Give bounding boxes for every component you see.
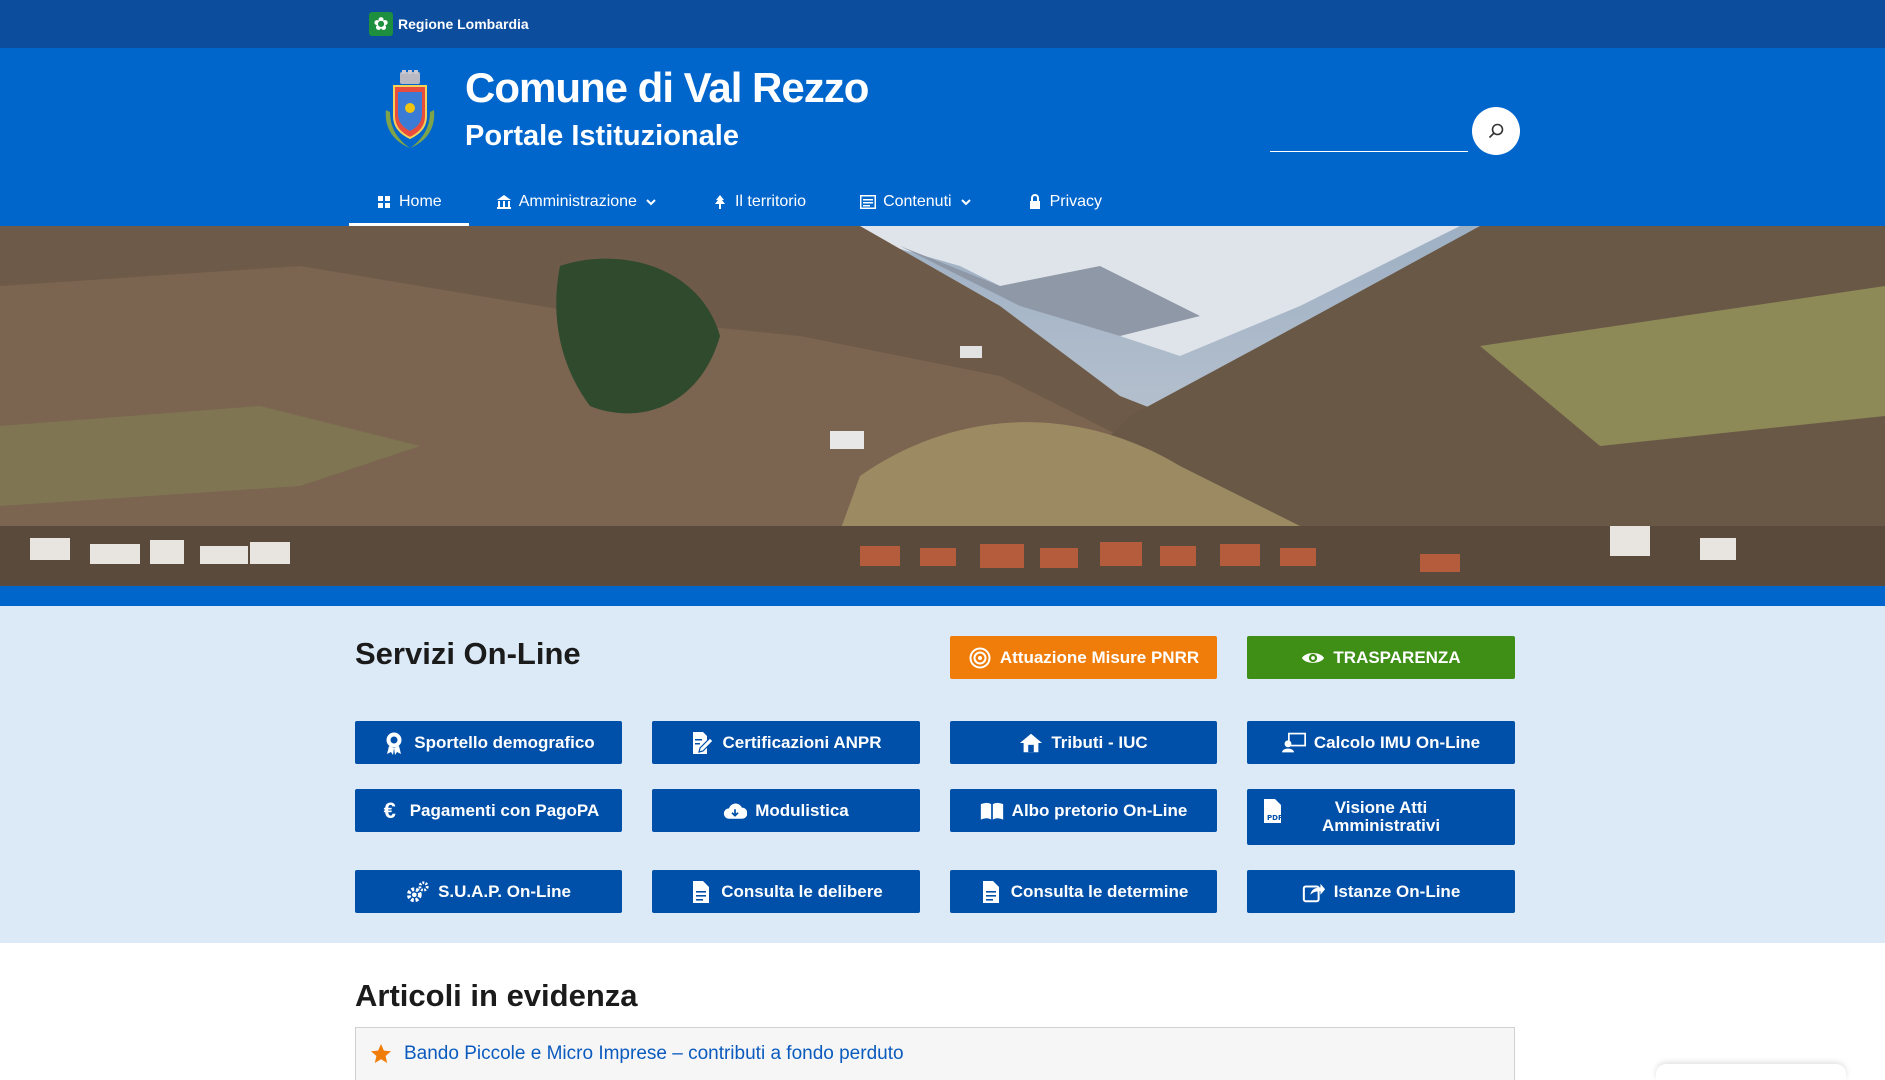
- building-icon: [496, 194, 512, 210]
- nav-item-contenuti[interactable]: Contenuti: [833, 177, 1000, 226]
- consulta-determine-button[interactable]: Consulta le determine: [950, 870, 1217, 913]
- document-edit-icon: [690, 731, 715, 755]
- modulistica-button[interactable]: Modulistica: [652, 789, 920, 832]
- button-label: Sportello demografico: [414, 732, 595, 752]
- services-title: Servizi On-Line: [355, 636, 581, 671]
- pdf-icon: PDF: [1261, 799, 1285, 823]
- nav-label: Amministrazione: [518, 192, 637, 210]
- articles-title: Articoli in evidenza: [355, 978, 638, 1013]
- house-icon: [1019, 731, 1043, 755]
- cloud-download-icon: [723, 799, 748, 823]
- file-icon: [979, 880, 1003, 904]
- calcolo-imu-button[interactable]: Calcolo IMU On-Line: [1247, 721, 1515, 764]
- nav-item-amministrazione[interactable]: Amministrazione: [469, 177, 685, 226]
- nav-item-home[interactable]: Home: [349, 177, 469, 226]
- region-label: Regione Lombardia: [398, 16, 529, 32]
- nav-label: Home: [399, 192, 442, 210]
- nav-label: Il territorio: [734, 192, 807, 210]
- suap-button[interactable]: S.U.A.P. On-Line: [355, 870, 622, 913]
- istanze-online-button[interactable]: Istanze On-Line: [1247, 870, 1515, 913]
- region-logo-icon: ✿: [369, 12, 393, 36]
- button-label: Modulistica: [755, 800, 849, 820]
- nav-label: Contenuti: [883, 192, 952, 210]
- albo-pretorio-button[interactable]: Albo pretorio On-Line: [950, 789, 1217, 832]
- lock-icon: [1027, 193, 1043, 210]
- file-icon: [689, 880, 713, 904]
- grid-icon: [376, 194, 392, 210]
- pnrr-button[interactable]: Attuazione Misure PNRR: [950, 636, 1217, 679]
- hero-bottom-strip: [0, 586, 1885, 606]
- nav-item-territorio[interactable]: Il territorio: [685, 177, 833, 226]
- book-icon: [980, 799, 1004, 823]
- button-label: Consulta le delibere: [721, 881, 883, 901]
- button-label: Attuazione Misure PNRR: [999, 647, 1200, 667]
- svg-text:PDF: PDF: [1267, 814, 1283, 822]
- chevron-down-icon: [644, 195, 658, 209]
- municipality-crest-icon[interactable]: [380, 70, 440, 152]
- nav-label: Privacy: [1049, 192, 1103, 210]
- consulta-delibere-button[interactable]: Consulta le delibere: [652, 870, 920, 913]
- target-icon: [968, 646, 992, 670]
- euro-icon: €: [383, 797, 396, 823]
- badge-icon: [382, 731, 406, 755]
- search-icon: [1488, 123, 1504, 139]
- button-label: Calcolo IMU On-Line: [1313, 732, 1481, 752]
- sportello-demografico-button[interactable]: Sportello demografico: [355, 721, 622, 764]
- button-label: S.U.A.P. On-Line: [438, 881, 571, 901]
- region-link[interactable]: ✿ Regione Lombardia: [369, 12, 529, 36]
- site-title[interactable]: Comune di Val Rezzo: [465, 64, 869, 112]
- eye-icon: [1301, 646, 1325, 670]
- visione-atti-button[interactable]: PDF Visione Atti Amministrativi: [1247, 789, 1515, 845]
- chevron-down-icon: [959, 195, 973, 209]
- button-label: Istanze On-Line: [1333, 881, 1461, 901]
- button-label: TRASPARENZA: [1333, 647, 1461, 667]
- star-icon: [371, 1044, 391, 1063]
- search-input[interactable]: [1270, 112, 1468, 152]
- tree-icon: [712, 194, 728, 210]
- gears-icon: [406, 880, 430, 904]
- nav-item-privacy[interactable]: Privacy: [1000, 177, 1129, 226]
- tributi-iuc-button[interactable]: Tributi - IUC: [950, 721, 1217, 764]
- button-label: Albo pretorio On-Line: [1011, 800, 1188, 820]
- site-subtitle: Portale Istituzionale: [465, 120, 739, 152]
- button-label: Pagamenti con PagoPA: [409, 800, 600, 820]
- share-icon: [1302, 880, 1326, 904]
- services-section: [0, 606, 1885, 943]
- main-nav: Home Amministrazione Il territorio Conte…: [349, 177, 1129, 226]
- hero-landscape-image: [0, 226, 1885, 586]
- pagamenti-pagopa-button[interactable]: € Pagamenti con PagoPA: [355, 789, 622, 832]
- floating-widget[interactable]: [1656, 1064, 1846, 1080]
- article-item[interactable]: Bando Piccole e Micro Imprese – contribu…: [355, 1027, 1515, 1080]
- article-link[interactable]: Bando Piccole e Micro Imprese – contribu…: [404, 1043, 904, 1065]
- search-button[interactable]: [1472, 107, 1520, 155]
- button-label: Consulta le determine: [1010, 881, 1189, 901]
- list-icon: [860, 194, 877, 210]
- button-label: Tributi - IUC: [1051, 732, 1148, 752]
- button-label: Visione Atti Amministrativi: [1321, 798, 1441, 835]
- certificazioni-anpr-button[interactable]: Certificazioni ANPR: [652, 721, 920, 764]
- user-monitor-icon: [1281, 731, 1306, 755]
- top-bar: [0, 0, 1885, 48]
- trasparenza-button[interactable]: TRASPARENZA: [1247, 636, 1515, 679]
- button-label: Certificazioni ANPR: [722, 732, 882, 752]
